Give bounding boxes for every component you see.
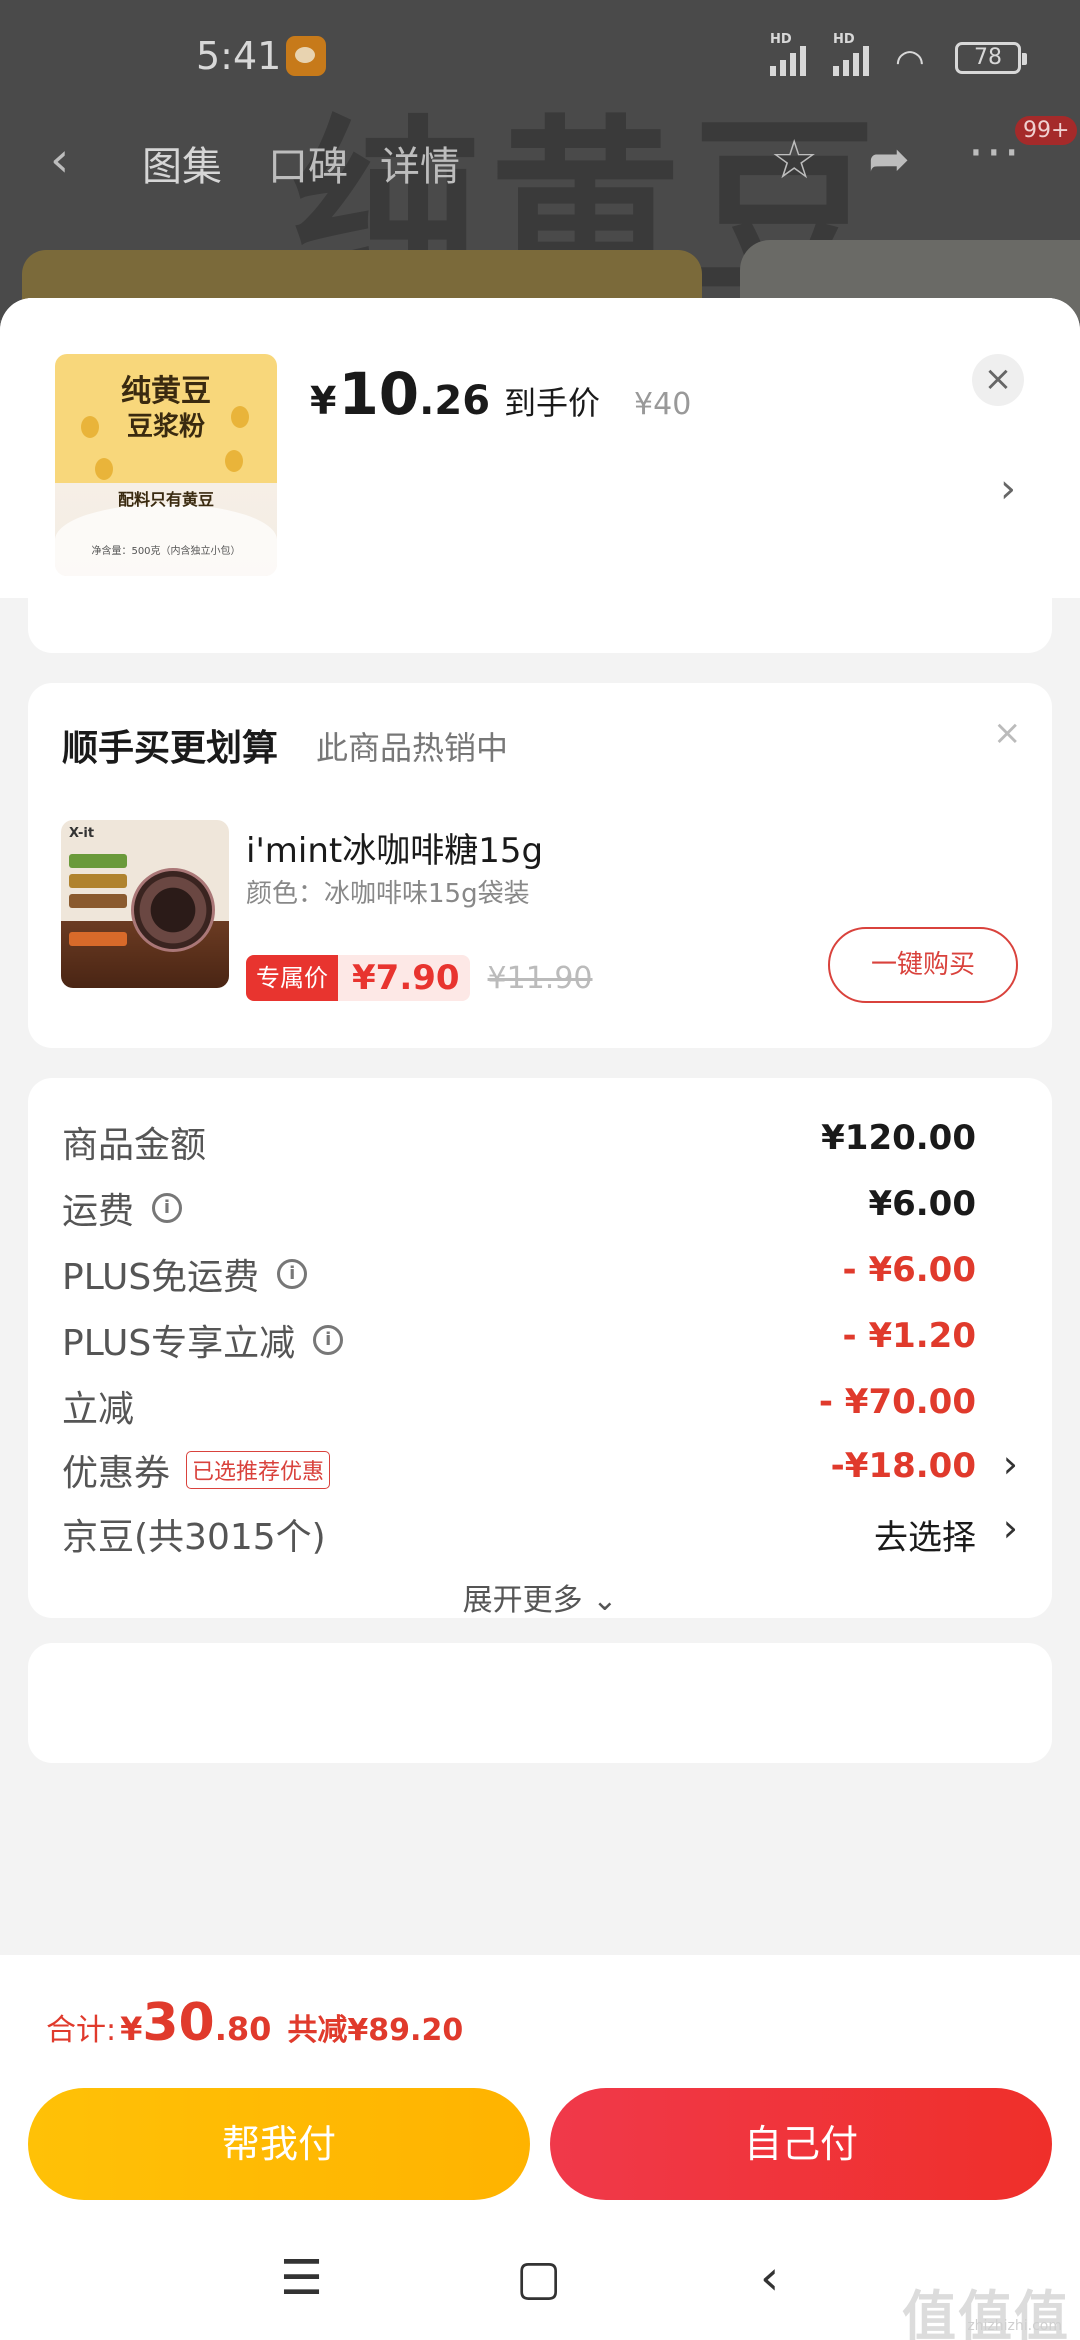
product-image[interactable]: 纯黄豆 豆浆粉 配料只有黄豆 净含量：500克（内含独立小包）: [55, 354, 277, 576]
help-me-pay-button[interactable]: 帮我付: [28, 2088, 530, 2200]
row-value: ¥6.00: [868, 1184, 976, 1224]
one-click-buy-button[interactable]: 一键购买: [828, 927, 1018, 1003]
row-plus-discount: PLUS专享立减 i - ¥1.20: [28, 1306, 1052, 1366]
battery-icon: 78: [955, 42, 1027, 74]
bundle-item-spec: 颜色：冰咖啡味15g袋装: [246, 879, 530, 909]
row-coupon[interactable]: 优惠券 已选推荐优惠 -¥18.00 ›: [28, 1436, 1052, 1496]
close-icon[interactable]: ×: [993, 713, 1022, 753]
row-jd-beans[interactable]: 京豆(共3015个) 去选择 ›: [28, 1500, 1052, 1560]
row-value: -¥18.00: [830, 1446, 976, 1486]
tab-details[interactable]: 详情: [380, 134, 460, 192]
wifi-icon: ◠: [895, 42, 925, 82]
row-value: - ¥6.00: [842, 1250, 977, 1290]
total-currency: ¥: [120, 2010, 143, 2048]
price-summary-card: 商品金额 ¥120.00 运费 i ¥6.00 PLUS免运费 i - ¥6.00 …: [28, 1078, 1052, 1618]
bundle-subtitle: 此商品热销中: [316, 729, 509, 767]
home-nav-icon[interactable]: ▢: [516, 2250, 561, 2306]
bundle-price-value: ¥7.90: [338, 955, 470, 1001]
row-label: 优惠券: [62, 1453, 171, 1494]
total-label: 合计:: [46, 2013, 117, 2048]
row-value: - ¥1.20: [842, 1316, 977, 1356]
price-currency: ¥: [310, 379, 337, 423]
clock: 5:41: [196, 34, 282, 78]
app-notification-icon: [286, 36, 326, 76]
recommended-coupon-tag: 已选推荐优惠: [186, 1451, 331, 1489]
row-shipping: 运费 i ¥6.00: [28, 1174, 1052, 1234]
back-icon[interactable]: ‹: [50, 132, 69, 188]
row-value: 去选择: [874, 1518, 976, 1558]
total-decimal: .80: [214, 2010, 272, 2048]
top-nav: ‹ 图集 口碑 详情 ☆ ➦ ··· 99+: [0, 116, 1080, 200]
bundle-offer-card: 顺手买更划算 此商品热销中 × X-it i'mint冰咖啡糖15g 颜色：冰咖…: [28, 683, 1052, 1048]
status-bar: 5:41 HD HD ◠ 78: [0, 0, 1080, 120]
signal-icon-2: HD: [833, 32, 869, 76]
row-plus-free-shipping: PLUS免运费 i - ¥6.00: [28, 1240, 1052, 1300]
menu-nav-icon[interactable]: ☰: [280, 2250, 323, 2306]
more-icon[interactable]: ···: [968, 124, 1022, 182]
price-decimal: .26: [419, 378, 491, 424]
battery-level: 78: [974, 45, 1002, 70]
row-label: PLUS免运费: [62, 1257, 260, 1298]
bundle-original-price: ¥11.90: [487, 960, 593, 996]
row-value: ¥120.00: [821, 1118, 976, 1158]
tab-gallery[interactable]: 图集: [142, 134, 222, 192]
tab-reviews[interactable]: 口碑: [268, 134, 348, 192]
bundle-title: 顺手买更划算: [62, 728, 279, 769]
pay-myself-button[interactable]: 自己付: [550, 2088, 1052, 2200]
share-icon[interactable]: ➦: [868, 130, 910, 188]
close-icon[interactable]: ×: [972, 354, 1024, 406]
product-image-tagline: 配料只有黄豆: [117, 490, 214, 509]
row-label: 立减: [62, 1389, 135, 1430]
price-integer: 10: [338, 360, 420, 428]
info-icon[interactable]: i: [152, 1193, 183, 1223]
star-icon[interactable]: ☆: [770, 128, 818, 191]
final-price: ¥ 10 .26 到手价 ¥40: [310, 360, 691, 428]
chevron-right-icon[interactable]: ›: [1003, 1506, 1018, 1550]
order-total: 合计: ¥ 30 .80 共减¥89.20: [46, 1993, 463, 2053]
row-instant-discount: 立减 - ¥70.00: [28, 1372, 1052, 1432]
product-image-net: 净含量：500克（内含独立小包）: [91, 546, 241, 557]
bundle-price: 专属价 ¥7.90 ¥11.90: [246, 955, 593, 1001]
exclusive-price-tag: 专属价: [246, 955, 338, 1001]
row-label: 京豆(共3015个): [62, 1517, 326, 1558]
back-nav-icon[interactable]: ‹: [760, 2250, 779, 2306]
row-label: 商品金额: [62, 1125, 207, 1166]
info-icon[interactable]: i: [277, 1259, 308, 1289]
bundle-image-logo: X-it: [69, 826, 95, 841]
row-value: - ¥70.00: [818, 1382, 976, 1422]
row-label: PLUS专享立减: [62, 1323, 296, 1364]
total-integer: 30: [142, 1993, 215, 2053]
original-price: ¥40: [634, 387, 692, 422]
expand-more-link[interactable]: 展开更多 ⌄: [28, 1575, 1052, 1619]
row-label: 运费: [62, 1191, 135, 1232]
product-image-title: 纯黄豆: [121, 374, 211, 409]
chevron-right-icon[interactable]: ›: [1000, 466, 1016, 512]
price-label: 到手价: [504, 384, 601, 422]
info-icon[interactable]: i: [313, 1325, 344, 1355]
bundle-item-image[interactable]: X-it: [61, 820, 229, 988]
watermark-url: zhizhizhi.com: [967, 2318, 1062, 2334]
bundle-item-name[interactable]: i'mint冰咖啡糖15g: [246, 823, 543, 872]
row-goods-amount: 商品金额 ¥120.00: [28, 1108, 1052, 1168]
message-badge: 99+: [1015, 116, 1078, 145]
total-saving: 共减¥89.20: [287, 2013, 464, 2048]
next-card: [28, 1643, 1052, 1763]
signal-icon: HD: [770, 32, 806, 76]
chevron-right-icon[interactable]: ›: [1003, 1442, 1018, 1486]
